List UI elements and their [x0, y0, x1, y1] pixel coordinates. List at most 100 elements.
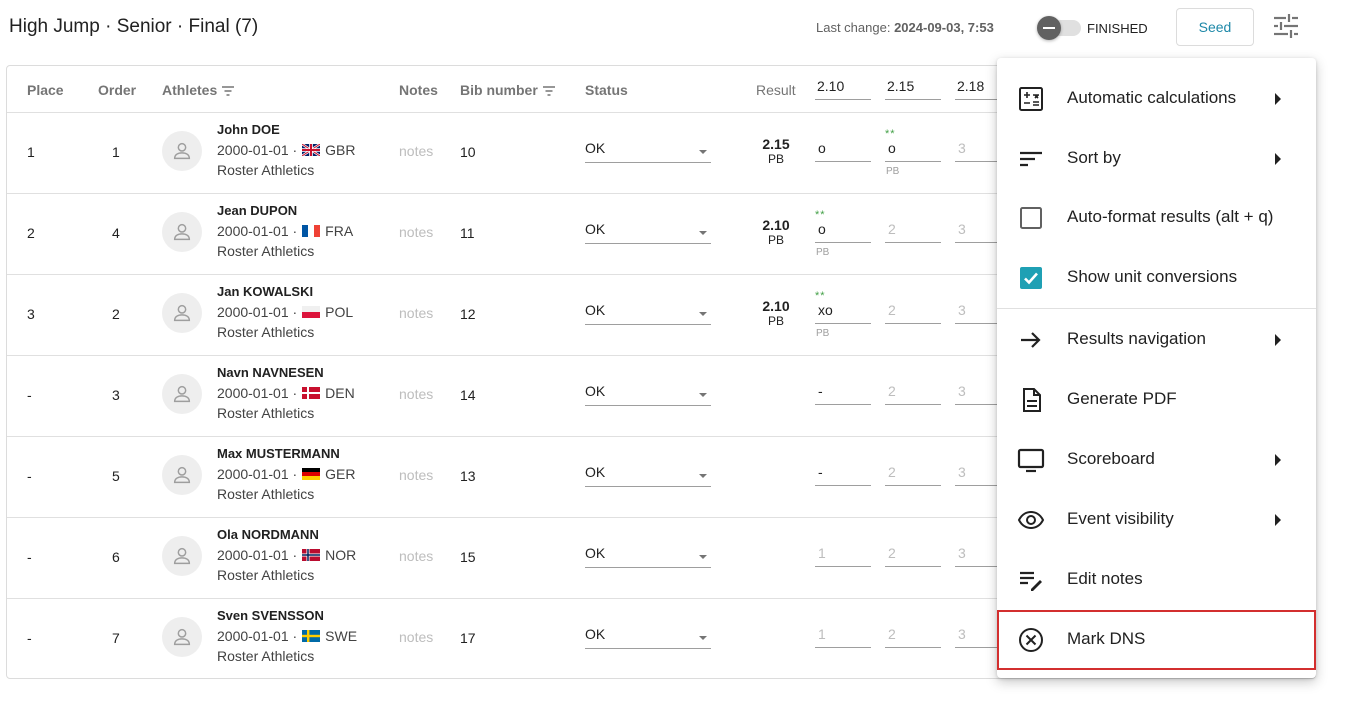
order-cell: 1: [112, 144, 120, 160]
person-icon: [173, 385, 191, 403]
attempt-input[interactable]: 2: [885, 383, 941, 405]
tune-icon[interactable]: [1272, 14, 1300, 38]
person-icon: [173, 142, 191, 160]
athlete-dob-country: 2000-01-01 · SWE: [217, 628, 358, 644]
attempt-input[interactable]: 2: [885, 545, 941, 567]
athlete-club: Roster Athletics: [217, 486, 315, 502]
bib-number: 10: [460, 144, 476, 160]
bib-number: 15: [460, 549, 476, 565]
status-select[interactable]: OK: [585, 626, 711, 649]
menu-item-label: Show unit conversions: [1067, 267, 1238, 286]
athlete-name[interactable]: Max MUSTERMANN: [217, 446, 340, 461]
checkbox-unchecked-icon: [1017, 204, 1045, 232]
athlete-name[interactable]: John DOE: [217, 122, 280, 137]
menu-item-label: Sort by: [1067, 148, 1121, 167]
notes-input[interactable]: notes: [399, 224, 433, 240]
attempt-input[interactable]: 2: [885, 464, 941, 486]
page-title: High Jump · Senior · Final (7): [9, 16, 259, 37]
attempt-input[interactable]: ** o: [885, 128, 941, 162]
attempt-input[interactable]: ** xo: [815, 290, 871, 324]
flag-ger-icon: [302, 468, 321, 480]
menu-item-label: Event visibility: [1067, 509, 1174, 528]
bib-number: 17: [460, 630, 476, 646]
athlete-name[interactable]: Jan KOWALSKI: [217, 284, 313, 299]
athlete-name[interactable]: Sven SVENSSON: [217, 608, 324, 623]
menu-item-edit-notes[interactable]: Edit notes: [997, 549, 1316, 609]
menu-item-mark-dns[interactable]: Mark DNS: [997, 609, 1316, 669]
last-change-label: Last change:: [816, 20, 891, 35]
height-input-2[interactable]: 2.15: [885, 76, 941, 100]
attempt-pb: PB: [816, 328, 830, 339]
status-select[interactable]: OK: [585, 221, 711, 244]
menu-item-event-visibility[interactable]: Event visibility: [997, 489, 1316, 549]
avatar: [162, 212, 202, 252]
attempt-input[interactable]: 2: [885, 302, 941, 324]
notes-input[interactable]: notes: [399, 629, 433, 645]
notes-input[interactable]: notes: [399, 143, 433, 159]
menu-item-scoreboard[interactable]: Scoreboard: [997, 429, 1316, 489]
notes-input[interactable]: notes: [399, 467, 433, 483]
flag-swe-icon: [302, 630, 321, 642]
attempt-input[interactable]: 1: [815, 626, 871, 648]
status-select[interactable]: OK: [585, 383, 711, 406]
status-select[interactable]: OK: [585, 545, 711, 568]
header-athletes[interactable]: Athletes: [162, 82, 235, 98]
attempt-input[interactable]: -: [815, 383, 871, 405]
attempt-input[interactable]: 2: [885, 626, 941, 648]
menu-item-auto-format-results-alt-q[interactable]: Auto-format results (alt + q): [997, 187, 1316, 247]
status-select[interactable]: OK: [585, 302, 711, 325]
menu-item-automatic-calculations[interactable]: Automatic calculations: [997, 68, 1316, 128]
order-cell: 4: [112, 225, 120, 241]
bib-number: 12: [460, 306, 476, 322]
header-bib[interactable]: Bib number: [460, 82, 556, 98]
attempt-input[interactable]: ** o: [815, 209, 871, 243]
chevron-down-icon: [699, 312, 707, 316]
menu-item-generate-pdf[interactable]: Generate PDF: [997, 369, 1316, 429]
place-cell: -: [27, 549, 32, 565]
athlete-name[interactable]: Ola NORDMANN: [217, 527, 319, 542]
athlete-name[interactable]: Navn NAVNESEN: [217, 365, 324, 380]
header-order[interactable]: Order: [98, 82, 136, 98]
avatar: [162, 131, 202, 171]
order-cell: 3: [112, 387, 120, 403]
athlete-dob-country: 2000-01-01 · FRA: [217, 223, 354, 239]
notes-input[interactable]: notes: [399, 548, 433, 564]
arrow-right-icon: [1017, 326, 1045, 354]
attempt-pb: PB: [886, 166, 900, 177]
document-icon: [1017, 386, 1045, 414]
place-cell: -: [27, 387, 32, 403]
filter-icon[interactable]: [542, 85, 556, 97]
notes-input[interactable]: notes: [399, 305, 433, 321]
menu-item-show-unit-conversions[interactable]: Show unit conversions: [997, 247, 1316, 307]
attempt-input[interactable]: 1: [815, 545, 871, 567]
attempt-input[interactable]: -: [815, 464, 871, 486]
last-change: Last change: 2024-09-03, 7:53: [816, 20, 994, 35]
chevron-down-icon: [699, 393, 707, 397]
calculator-icon: [1017, 85, 1045, 113]
filter-icon[interactable]: [221, 85, 235, 97]
finished-toggle[interactable]: [1037, 16, 1083, 40]
athlete-dob-country: 2000-01-01 · NOR: [217, 547, 357, 563]
edit-notes-icon: [1017, 566, 1045, 594]
menu-item-sort-by[interactable]: Sort by: [997, 128, 1316, 188]
menu-item-label: Mark DNS: [1067, 629, 1146, 648]
notes-input[interactable]: notes: [399, 386, 433, 402]
attempt-input[interactable]: o: [815, 140, 871, 162]
submenu-arrow-icon: [1275, 153, 1281, 165]
athlete-name[interactable]: Jean DUPON: [217, 203, 297, 218]
avatar: [162, 374, 202, 414]
avatar: [162, 455, 202, 495]
place-cell: 3: [27, 306, 35, 322]
status-select[interactable]: OK: [585, 464, 711, 487]
height-input-1[interactable]: 2.10: [815, 76, 871, 100]
status-select[interactable]: OK: [585, 140, 711, 163]
header-place[interactable]: Place: [27, 82, 64, 98]
sort-icon: [1017, 145, 1045, 173]
menu-item-label: Results navigation: [1067, 329, 1206, 348]
seed-button[interactable]: Seed: [1176, 8, 1254, 46]
menu-item-label: Automatic calculations: [1067, 88, 1237, 107]
person-icon: [173, 547, 191, 565]
menu-item-results-navigation[interactable]: Results navigation: [997, 309, 1316, 369]
chevron-down-icon: [699, 231, 707, 235]
attempt-input[interactable]: 2: [885, 221, 941, 243]
